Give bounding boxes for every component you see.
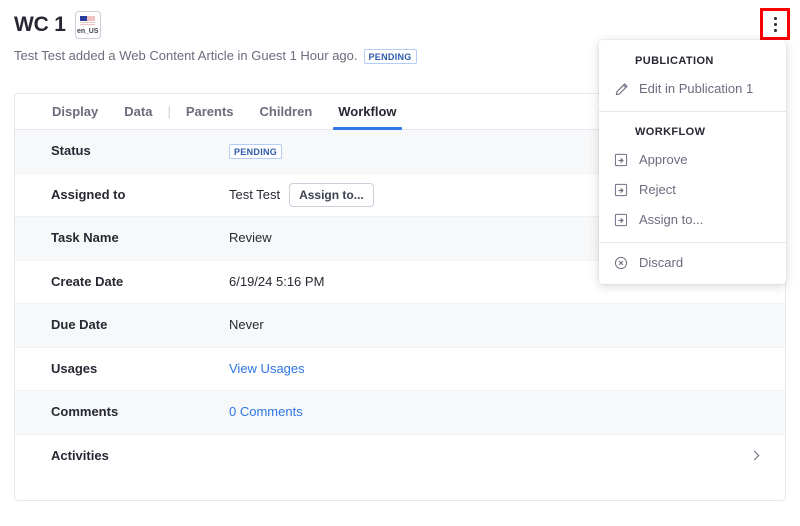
table-row-comments: Comments 0 Comments <box>15 391 785 435</box>
row-label: Status <box>51 143 91 159</box>
row-value <box>229 450 761 462</box>
row-value: Never <box>229 317 264 333</box>
tab-children[interactable]: Children <box>247 104 326 129</box>
menu-item-label: Reject <box>639 182 676 197</box>
row-label: Create Date <box>51 273 124 289</box>
row-label: Comments <box>51 404 119 420</box>
workflow-transition-icon <box>613 152 629 168</box>
kebab-dot-3 <box>773 28 777 32</box>
assign-to-button[interactable]: Assign to... <box>289 182 374 207</box>
workflow-transition-icon <box>613 182 629 198</box>
row-label: Usages <box>51 360 98 376</box>
table-row-activities[interactable]: Activities <box>15 435 785 479</box>
chevron-right-icon[interactable] <box>749 450 761 462</box>
pencil-icon <box>613 81 629 97</box>
menu-item-edit-in-publication[interactable]: Edit in Publication 1 <box>599 74 786 104</box>
locale-badge[interactable]: en_US <box>74 11 101 39</box>
table-row-due-date: Due Date Never <box>15 304 785 348</box>
menu-divider-1 <box>599 111 786 112</box>
row-label: Task Name <box>51 230 119 246</box>
title-row: WC 1 en_US <box>14 10 786 40</box>
table-row-usages: Usages View Usages <box>15 348 785 391</box>
assignee-name: Test Test <box>229 186 281 202</box>
page-title: WC 1 <box>14 13 66 36</box>
kebab-dropdown-menu: PUBLICATION Edit in Publication 1 WORKFL… <box>599 40 786 284</box>
menu-item-approve[interactable]: Approve <box>599 145 786 175</box>
row-label: Due Date <box>51 317 108 333</box>
tab-separator: | <box>167 104 171 119</box>
row-label: Assigned to <box>51 186 126 202</box>
menu-divider-2 <box>599 242 786 243</box>
tab-display[interactable]: Display <box>39 104 111 129</box>
activity-description: Test Test added a Web Content Article in… <box>14 48 358 63</box>
menu-item-assign-to[interactable]: Assign to... <box>599 205 786 235</box>
tab-data[interactable]: Data <box>111 104 165 129</box>
kebab-dot-2 <box>773 22 777 26</box>
kebab-dot-1 <box>773 16 777 20</box>
row-value: View Usages <box>229 361 761 377</box>
menu-group-workflow-title: WORKFLOW <box>635 126 706 138</box>
comments-link[interactable]: 0 Comments <box>229 404 303 420</box>
menu-item-label: Discard <box>639 255 684 270</box>
us-flag-icon <box>80 15 96 26</box>
workflow-transition-icon <box>613 212 629 228</box>
row-label: Activities <box>51 448 109 464</box>
view-usages-link[interactable]: View Usages <box>229 361 305 377</box>
locale-label: en_US <box>77 27 99 35</box>
menu-item-label: Approve <box>639 152 688 167</box>
tab-workflow[interactable]: Workflow <box>325 104 409 130</box>
menu-item-reject[interactable]: Reject <box>599 175 786 205</box>
circle-x-icon <box>613 255 629 271</box>
header-status-badge: PENDING <box>363 48 417 64</box>
kebab-menu-icon <box>773 16 777 32</box>
kebab-menu-button[interactable] <box>760 8 790 40</box>
menu-item-label: Assign to... <box>639 212 704 227</box>
status-badge: PENDING <box>229 143 283 159</box>
menu-group-publication-title: PUBLICATION <box>635 55 714 67</box>
row-value: 0 Comments <box>229 404 761 420</box>
menu-item-label: Edit in Publication 1 <box>639 81 754 96</box>
tab-parents[interactable]: Parents <box>173 104 247 129</box>
menu-item-discard[interactable]: Discard <box>599 248 786 278</box>
